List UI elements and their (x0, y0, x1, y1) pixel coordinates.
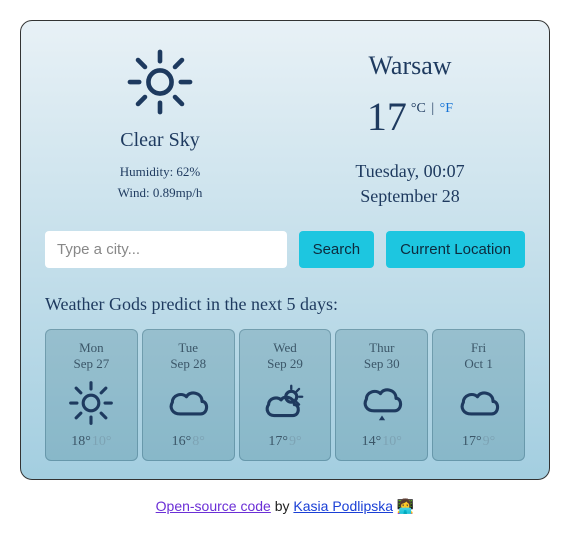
forecast-dow: Thur (340, 340, 423, 356)
temperature-value: 17 (367, 97, 407, 137)
day-time: Tuesday, 00:07 (295, 159, 525, 184)
forecast-dow: Wed (244, 340, 327, 356)
cloud-icon (163, 378, 213, 428)
forecast-dow: Mon (50, 340, 133, 356)
humidity-label: Humidity: 62% (45, 162, 275, 183)
author-link[interactable]: Kasia Podlipska (293, 498, 393, 514)
sun-icon (123, 45, 197, 119)
current-weather: Clear Sky Humidity: 62% Wind: 0.89mp/h W… (45, 45, 525, 209)
forecast-day: TueSep 28 16°8° (142, 329, 235, 461)
city-search-input[interactable] (45, 231, 287, 268)
controls-row: Search Current Location (45, 231, 525, 268)
forecast-dow: Tue (147, 340, 230, 356)
forecast-date: Sep 27 (50, 356, 133, 372)
date: September 28 (295, 184, 525, 209)
search-button[interactable]: Search (299, 231, 375, 268)
forecast-temps: 14°10° (340, 434, 423, 450)
temp-low: 9° (289, 434, 302, 449)
temp-low: 8° (192, 434, 205, 449)
temp-high: 14° (362, 434, 382, 449)
forecast-title: Weather Gods predict in the next 5 days: (45, 294, 525, 315)
forecast-temps: 16°8° (147, 434, 230, 450)
temp-high: 17° (268, 434, 288, 449)
forecast-day: MonSep 27 18°10° (45, 329, 138, 461)
temperature-row: 17 °C | °F (367, 97, 453, 137)
current-datetime: Tuesday, 00:07 September 28 (295, 159, 525, 209)
forecast-day: WedSep 29 17°9° (239, 329, 332, 461)
temp-high: 17° (462, 434, 482, 449)
rain-icon (357, 378, 407, 428)
unit-separator: | (431, 101, 434, 116)
cloud-icon (454, 378, 504, 428)
partly-icon (260, 378, 310, 428)
weather-card: Clear Sky Humidity: 62% Wind: 0.89mp/h W… (20, 20, 550, 480)
open-source-link[interactable]: Open-source code (156, 498, 271, 514)
city-name: Warsaw (295, 51, 525, 81)
forecast-date: Sep 28 (147, 356, 230, 372)
temp-low: 9° (483, 434, 496, 449)
forecast-temps: 18°10° (50, 434, 133, 450)
temp-low: 10° (382, 434, 402, 449)
forecast-day: FriOct 1 17°9° (432, 329, 525, 461)
forecast-row: MonSep 2718°10°TueSep 2816°8°WedSep 2917… (45, 329, 525, 461)
temp-low: 10° (92, 434, 112, 449)
forecast-date: Oct 1 (437, 356, 520, 372)
unit-fahrenheit-link[interactable]: °F (440, 101, 453, 116)
forecast-dow: Fri (437, 340, 520, 356)
temp-high: 18° (71, 434, 91, 449)
sun-icon (66, 378, 116, 428)
footer-by: by (271, 498, 294, 514)
unit-celsius-link[interactable]: °C (411, 101, 426, 116)
temp-high: 16° (172, 434, 192, 449)
current-location-button[interactable]: Current Location (386, 231, 525, 268)
forecast-date: Sep 30 (340, 356, 423, 372)
footer-emoji: 👩‍💻 (393, 498, 414, 514)
footer: Open-source code by Kasia Podlipska 👩‍💻 (20, 498, 550, 515)
forecast-day: ThurSep 30 14°10° (335, 329, 428, 461)
current-conditions: Clear Sky Humidity: 62% Wind: 0.89mp/h (45, 45, 275, 209)
current-location-info: Warsaw 17 °C | °F Tuesday, 00:07 Septemb… (295, 45, 525, 209)
wind-label: Wind: 0.89mp/h (45, 183, 275, 204)
forecast-temps: 17°9° (437, 434, 520, 450)
unit-switcher: °C | °F (411, 101, 453, 117)
weather-description: Clear Sky (45, 129, 275, 152)
forecast-temps: 17°9° (244, 434, 327, 450)
forecast-date: Sep 29 (244, 356, 327, 372)
